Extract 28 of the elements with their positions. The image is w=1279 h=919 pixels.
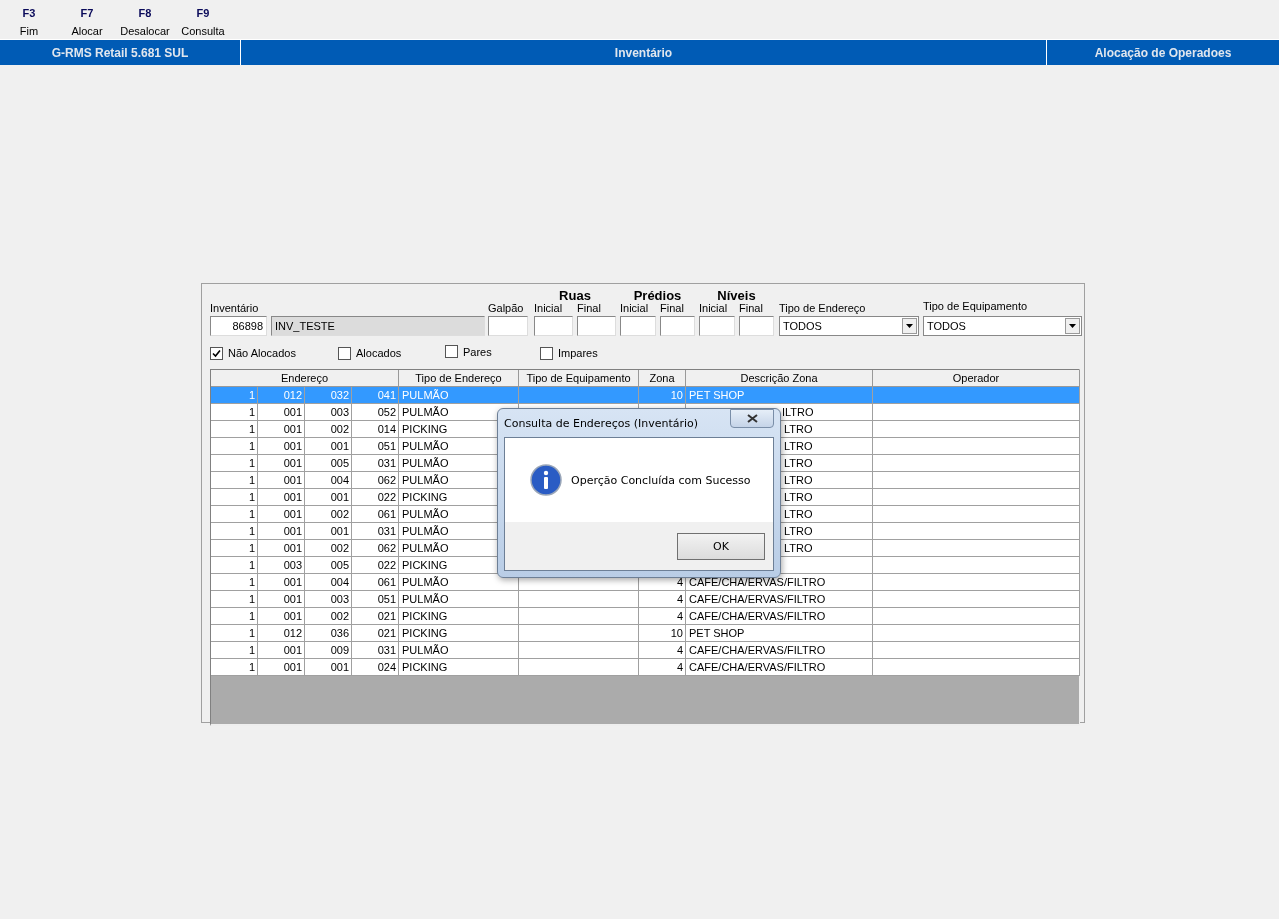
field-label: Inicial bbox=[620, 302, 650, 314]
inventory-name-field: INV_TESTE bbox=[271, 316, 485, 336]
field-label: Tipo de Endereço bbox=[779, 302, 867, 314]
field-label: Final bbox=[660, 302, 685, 314]
checkbox-label: Alocados bbox=[356, 347, 402, 359]
field-label: Galpão bbox=[488, 302, 525, 314]
table-cell: PICKING bbox=[399, 659, 519, 676]
screen-title: Alocação de Operadoes bbox=[1093, 44, 1233, 62]
field-label: Final bbox=[577, 302, 602, 314]
range-heading: Ruas bbox=[558, 288, 592, 303]
table-cell: 4 bbox=[639, 659, 686, 676]
field-label: Final bbox=[739, 302, 764, 314]
checkbox-label: Impares bbox=[558, 347, 598, 359]
field-label: Inicial bbox=[534, 302, 564, 314]
checkbox-label: Pares bbox=[463, 345, 492, 358]
table-cell: 024 bbox=[352, 659, 399, 676]
table-cell: 001 bbox=[305, 659, 352, 676]
table-cell: 1 bbox=[211, 659, 258, 676]
field-label: Tipo de Equipamento bbox=[923, 300, 1029, 312]
checkbox-label: Não Alocados bbox=[228, 347, 296, 359]
module-title: Inventário bbox=[241, 40, 1047, 65]
app-title: G-RMS Retail 5.681 SUL bbox=[0, 40, 241, 65]
table-cell: 001 bbox=[258, 659, 305, 676]
field-label: Inventário bbox=[210, 302, 260, 314]
table-cell: CAFE/CHA/ERVAS/FILTRO bbox=[686, 659, 873, 676]
field-label: Inicial bbox=[699, 302, 729, 314]
range-heading: Prédios bbox=[632, 288, 683, 303]
range-heading: Níveis bbox=[716, 288, 757, 303]
